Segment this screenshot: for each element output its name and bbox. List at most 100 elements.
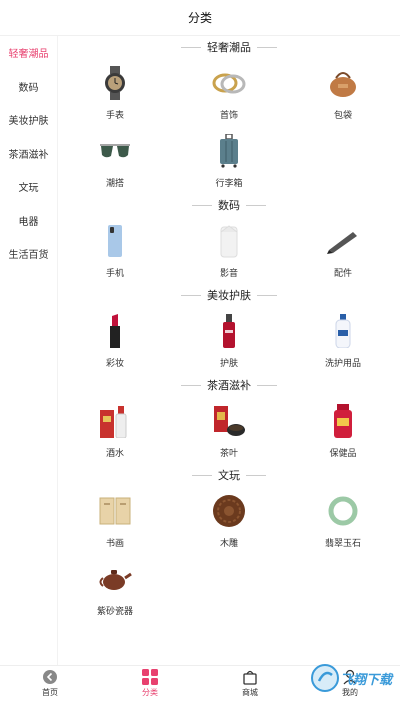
scroll-icon [98, 494, 132, 528]
liquor-icon [98, 404, 132, 438]
divider [192, 474, 212, 476]
category-sidebar: 轻奢潮品 数码 美妆护肤 茶酒滋补 文玩 电器 生活百货 [0, 36, 58, 665]
category-item-painting[interactable]: 书画 [58, 486, 172, 554]
category-item-label: 书画 [105, 538, 124, 548]
divider [257, 294, 277, 296]
teapot-icon [98, 562, 132, 596]
supplement-jar-icon [326, 404, 360, 438]
category-item-label: 手机 [105, 268, 124, 278]
category-item-supplements[interactable]: 保健品 [286, 396, 400, 464]
tab-category[interactable]: 分类 [100, 666, 200, 701]
shampoo-icon [326, 314, 360, 348]
section-title: 茶酒滋补 [207, 380, 251, 392]
category-item-label: 潮搭 [105, 178, 124, 188]
section-header: 轻奢潮品 [58, 36, 400, 58]
section-title: 轻奢潮品 [207, 42, 251, 54]
section-header: 数码 [58, 194, 400, 216]
sidebar-item-daily-goods[interactable]: 生活百货 [0, 237, 57, 271]
category-content: 轻奢潮品 手表 首饰 包袋 潮搭 行李箱 数码 手机 影音 配件 美妆护肤 彩妆… [58, 36, 400, 665]
category-item-fashion[interactable]: 潮搭 [58, 126, 172, 194]
category-item-toiletries[interactable]: 洗护用品 [286, 306, 400, 374]
tab-label: 分类 [142, 688, 158, 697]
category-item-label: 首饰 [219, 110, 238, 120]
category-grid: 书画 木雕 翡翠玉石 紫砂瓷器 [58, 486, 400, 622]
sunglasses-icon [98, 134, 132, 168]
section-header: 茶酒滋补 [58, 374, 400, 396]
watch-icon [98, 66, 132, 100]
page-title: 分类 [187, 11, 212, 25]
category-item-label: 影音 [219, 268, 238, 278]
category-item-label: 配件 [333, 268, 352, 278]
watermark-text: 飞翔下载 [339, 671, 392, 687]
category-item-makeup[interactable]: 彩妆 [58, 306, 172, 374]
category-grid: 彩妆 护肤 洗护用品 [58, 306, 400, 374]
divider [181, 384, 201, 386]
sidebar-item-digital[interactable]: 数码 [0, 70, 57, 104]
category-item-label: 洗护用品 [324, 358, 361, 368]
category-item-liquor[interactable]: 酒水 [58, 396, 172, 464]
category-item-label: 酒水 [105, 448, 124, 458]
divider [181, 294, 201, 296]
watermark-logo: 飞翔下载 [282, 661, 392, 695]
shopping-bag-icon [242, 669, 258, 685]
tab-label: 首页 [42, 688, 58, 697]
divider [246, 204, 266, 206]
divider [181, 46, 201, 48]
section-title: 文玩 [218, 470, 240, 482]
wood-carving-icon [212, 494, 246, 528]
section-header: 美妆护肤 [58, 284, 400, 306]
category-item-phone[interactable]: 手机 [58, 216, 172, 284]
tab-label: 商城 [242, 688, 258, 697]
category-grid: 手机 影音 配件 [58, 216, 400, 284]
category-grid: 酒水 茶叶 保健品 [58, 396, 400, 464]
category-item-audio-video[interactable]: 影音 [172, 216, 286, 284]
home-icon [42, 669, 58, 685]
category-item-watch[interactable]: 手表 [58, 58, 172, 126]
lipstick-icon [98, 314, 132, 348]
phone-icon [98, 224, 132, 258]
sidebar-item-collectibles[interactable]: 文玩 [0, 170, 57, 204]
section-title: 美妆护肤 [207, 290, 251, 302]
sidebar-item-tea-wine[interactable]: 茶酒滋补 [0, 137, 57, 171]
category-grid-icon [142, 669, 158, 685]
jade-bangle-icon [326, 494, 360, 528]
section-header: 文玩 [58, 464, 400, 486]
category-grid: 手表 首饰 包袋 潮搭 行李箱 [58, 58, 400, 194]
category-item-label: 木雕 [219, 538, 238, 548]
category-item-bags[interactable]: 包袋 [286, 58, 400, 126]
watermark-icon [310, 664, 339, 692]
category-item-jade[interactable]: 翡翠玉石 [286, 486, 400, 554]
ring-icon [212, 66, 246, 100]
sidebar-item-beauty[interactable]: 美妆护肤 [0, 103, 57, 137]
sidebar-item-luxury[interactable]: 轻奢潮品 [0, 36, 57, 70]
pen-accessory-icon [326, 224, 360, 258]
category-item-label: 翡翠玉石 [324, 538, 361, 548]
category-item-label: 彩妆 [105, 358, 124, 368]
sidebar-item-appliances[interactable]: 电器 [0, 204, 57, 238]
category-item-label: 包袋 [333, 110, 352, 120]
top-bar: 分类 [0, 0, 400, 36]
category-item-label: 手表 [105, 110, 124, 120]
category-item-label: 行李箱 [215, 178, 243, 188]
divider [246, 474, 266, 476]
category-item-label: 紫砂瓷器 [96, 606, 133, 616]
speaker-icon [212, 224, 246, 258]
section-title: 数码 [218, 200, 240, 212]
category-item-luggage[interactable]: 行李箱 [172, 126, 286, 194]
category-item-accessories[interactable]: 配件 [286, 216, 400, 284]
suitcase-icon [212, 134, 246, 168]
category-item-tea[interactable]: 茶叶 [172, 396, 286, 464]
category-item-pottery[interactable]: 紫砂瓷器 [58, 554, 172, 622]
category-item-skincare[interactable]: 护肤 [172, 306, 286, 374]
category-item-label: 保健品 [329, 448, 357, 458]
tea-icon [212, 404, 246, 438]
category-item-wood-carving[interactable]: 木雕 [172, 486, 286, 554]
skincare-bottle-icon [212, 314, 246, 348]
category-item-jewelry[interactable]: 首饰 [172, 58, 286, 126]
tab-home[interactable]: 首页 [0, 666, 100, 701]
divider [192, 204, 212, 206]
handbag-icon [326, 66, 360, 100]
divider [257, 46, 277, 48]
category-item-label: 茶叶 [219, 448, 238, 458]
divider [257, 384, 277, 386]
